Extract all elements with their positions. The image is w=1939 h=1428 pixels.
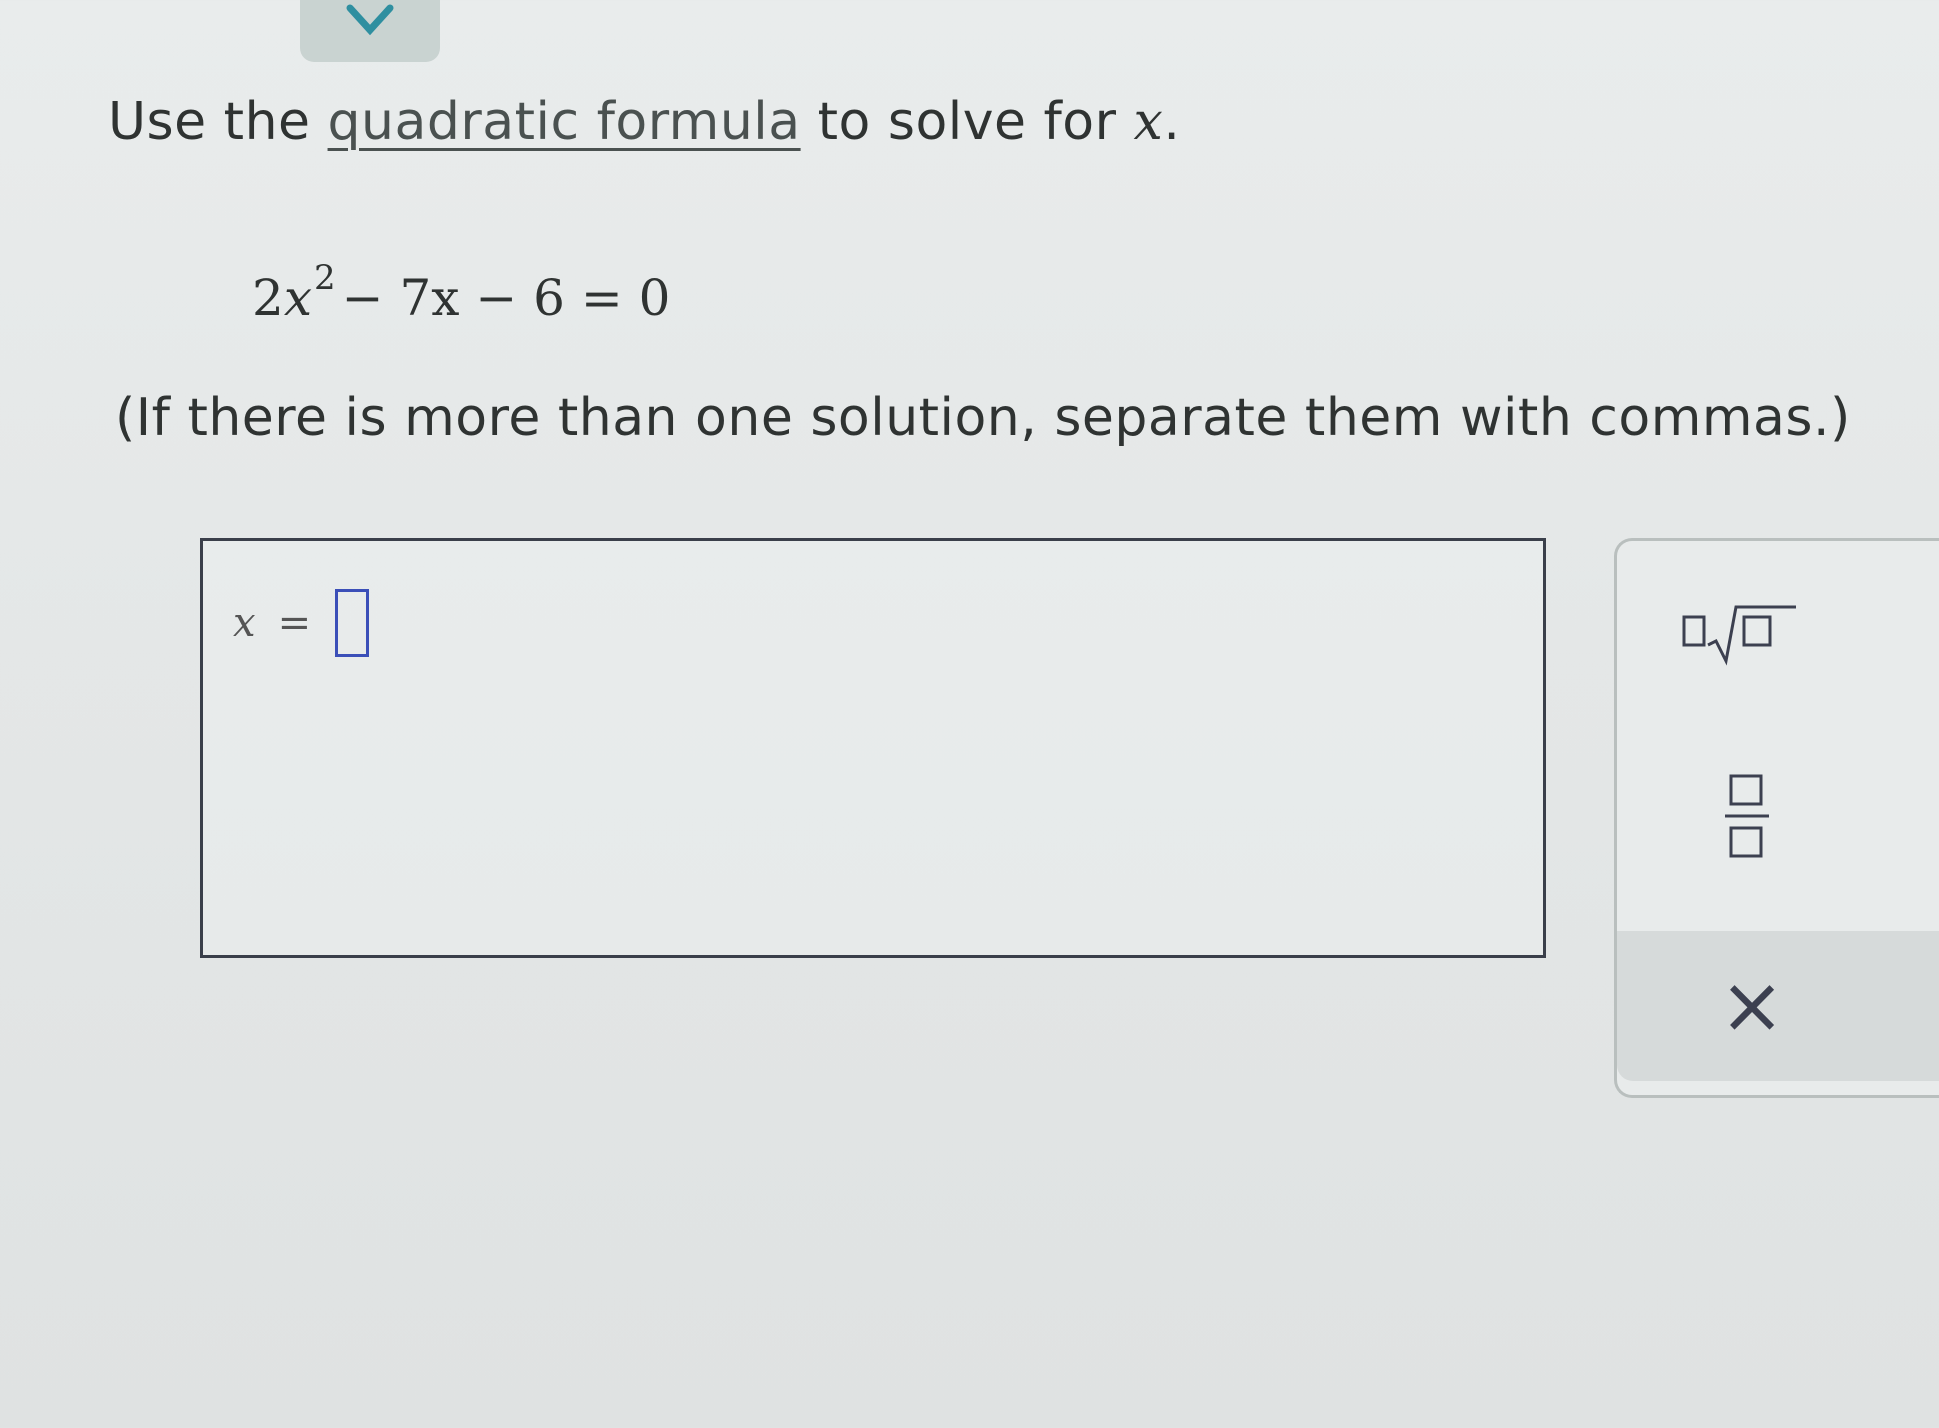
clear-icon: × [1719, 961, 1785, 1051]
multiple-solutions-note: (If there is more than one solution, sep… [115, 388, 1851, 448]
answer-box: x = [200, 538, 1546, 958]
equation-exponent: 2 [314, 258, 336, 298]
quadratic-formula-link[interactable]: quadratic formula [328, 92, 801, 152]
equation-variable: x [283, 269, 313, 327]
equation-rest: − 7x − 6 = 0 [341, 269, 671, 327]
fraction-template-icon [1725, 774, 1769, 858]
instruction-suffix: to solve for [800, 92, 1134, 152]
answer-input[interactable] [335, 589, 370, 657]
equation-coefficient: 2 [252, 269, 284, 327]
instruction-end: . [1163, 92, 1181, 152]
equation: 2x2− 7x − 6 = 0 [252, 258, 670, 327]
chevron-down-icon [346, 4, 394, 36]
answer-variable: x [233, 600, 256, 646]
partial-template-button[interactable] [1917, 593, 1939, 673]
collapse-toggle[interactable] [300, 0, 440, 62]
nth-root-template-icon [1682, 605, 1796, 666]
fraction-button[interactable] [1687, 761, 1807, 871]
answer-row: x = [233, 589, 370, 657]
partial-template-icon [1927, 597, 1939, 669]
math-palette: × [1614, 538, 1939, 1098]
instruction-variable: x [1133, 92, 1164, 152]
nth-root-button[interactable] [1673, 593, 1813, 673]
question-instruction: Use the quadratic formula to solve for x… [108, 92, 1180, 152]
clear-button[interactable]: × [1697, 961, 1807, 1051]
clear-strip: × [1617, 931, 1939, 1081]
answer-equals: = [277, 600, 312, 646]
instruction-prefix: Use the [108, 92, 328, 152]
